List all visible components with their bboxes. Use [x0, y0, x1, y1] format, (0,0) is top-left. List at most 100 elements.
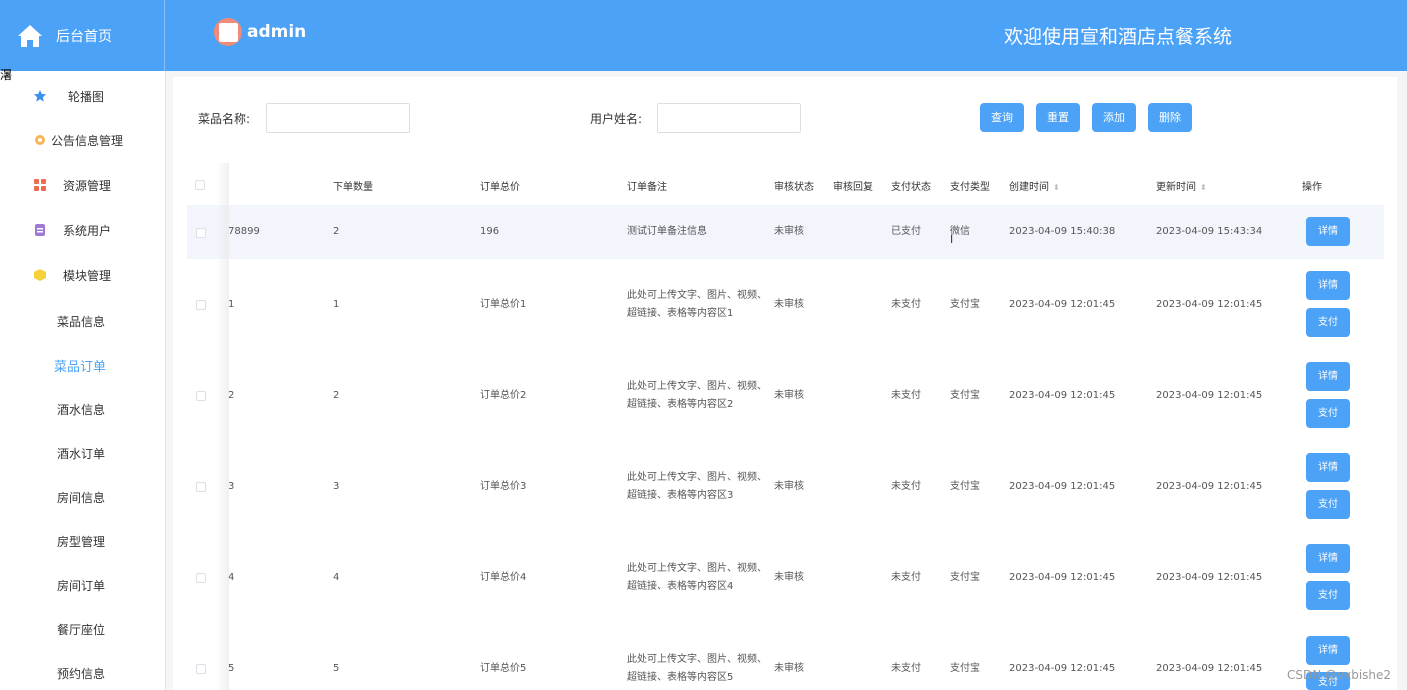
top-header: 后台首页 admin 欢迎使用宣和酒店点餐系统: [0, 0, 1407, 71]
sidebar-item-modules[interactable]: 模块管理: [0, 260, 165, 290]
cell-audit-status: 未审核: [774, 572, 804, 583]
cell-total: 196: [480, 226, 500, 237]
row-checkbox[interactable]: [196, 664, 206, 674]
pay-button[interactable]: 支付: [1306, 308, 1350, 337]
grid-icon: [34, 179, 46, 191]
detail-button[interactable]: 详情: [1306, 271, 1350, 300]
pay-button[interactable]: 支付: [1306, 581, 1350, 610]
cell-pay-type: 支付宝: [950, 572, 980, 583]
row-checkbox[interactable]: [196, 482, 206, 492]
sidebar-item-label: 系统用户: [63, 223, 112, 238]
cell-total: 订单总价2: [480, 390, 527, 401]
sort-icon[interactable]: ⬍: [1200, 183, 1207, 192]
username: admin: [247, 22, 307, 42]
detail-button[interactable]: 详情: [1306, 217, 1350, 246]
sidebar-sub-room-type[interactable]: 房型管理: [0, 533, 165, 550]
select-all-checkbox[interactable]: [195, 180, 205, 190]
cell-qty: 2: [333, 390, 340, 401]
cell-audit-status: 未审核: [774, 481, 804, 492]
cell-qty: 4: [333, 572, 340, 583]
sidebar-sub-room-orders[interactable]: 房间订单: [0, 577, 165, 594]
row-checkbox[interactable]: [196, 573, 206, 583]
cell-total: 订单总价3: [480, 481, 527, 492]
sidebar: 轮播图 公告信息管理 资源管理 系统用户 模块管理 菜品信息 菜品订单 酒水信息…: [0, 71, 166, 690]
cell-total: 订单总价4: [480, 572, 527, 583]
pay-button[interactable]: 支付: [1306, 399, 1350, 428]
cell-remark: 此处可上传文字、图片、视频、超链接、表格等内容区4: [627, 563, 767, 592]
sidebar-sub-reservations[interactable]: 预约信息: [0, 665, 165, 682]
row-checkbox[interactable]: [196, 228, 206, 238]
cell-updated: 2023-04-09 12:01:45: [1156, 481, 1263, 492]
th-created[interactable]: 创建时间 ⬍: [1009, 178, 1060, 193]
cell-total: 订单总价5: [480, 663, 527, 674]
th-updated-label: 更新时间: [1156, 182, 1196, 193]
cell-updated: 2023-04-09 12:01:45: [1156, 299, 1263, 310]
sidebar-item-users[interactable]: 系统用户: [0, 215, 165, 245]
th-audit-reply: 审核回复: [833, 182, 873, 193]
sidebar-sub-dish-info[interactable]: 菜品信息: [0, 313, 165, 330]
user-name-input[interactable]: [657, 103, 801, 133]
cell-id: 5: [228, 663, 235, 674]
cell-pay-status: 未支付: [891, 481, 921, 492]
cell-id: 3: [228, 481, 235, 492]
cell-audit-status: 未审核: [774, 299, 804, 310]
cell-total: 订单总价1: [480, 299, 527, 310]
add-button[interactable]: 添加: [1092, 103, 1136, 132]
detail-button[interactable]: 详情: [1306, 453, 1350, 482]
cell-updated: 2023-04-09 12:01:45: [1156, 390, 1263, 401]
cell-created: 2023-04-09 12:01:45: [1009, 663, 1116, 674]
row-checkbox[interactable]: [196, 300, 206, 310]
cell-remark: 此处可上传文字、图片、视频、超链接、表格等内容区1: [627, 290, 767, 319]
cell-pay-status: 未支付: [891, 299, 921, 310]
sidebar-sub-room-info[interactable]: 房间信息: [0, 489, 165, 506]
user-menu[interactable]: admin: [214, 18, 306, 46]
cell-pay-type: 支付宝: [950, 299, 980, 310]
cell-id: 2: [228, 390, 235, 401]
sidebar-item-label: 轮播图: [68, 89, 105, 104]
th-total: 订单总价: [480, 182, 520, 193]
pay-button[interactable]: 支付: [1306, 490, 1350, 519]
cell-qty: 1: [333, 299, 340, 310]
cell-pay-type: 支付宝: [950, 663, 980, 674]
detail-button[interactable]: 详情: [1306, 362, 1350, 391]
reset-button[interactable]: 重置: [1036, 103, 1080, 132]
th-audit-status: 审核状态: [774, 182, 814, 193]
cell-pay-type: 支付宝: [950, 481, 980, 492]
cell-id: 4: [228, 572, 235, 583]
cell-updated: 2023-04-09 12:01:45: [1156, 663, 1263, 674]
cell-qty: 3: [333, 481, 340, 492]
cell-pay-status: 未支付: [891, 572, 921, 583]
cell-id: 1: [228, 299, 235, 310]
cell-id: 78899: [228, 226, 260, 237]
detail-button[interactable]: 详情: [1306, 544, 1350, 573]
th-updated[interactable]: 更新时间 ⬍: [1156, 178, 1207, 193]
cell-created: 2023-04-09 12:01:45: [1009, 572, 1116, 583]
sidebar-sub-seats[interactable]: 餐厅座位: [0, 621, 165, 638]
home-icon: [18, 24, 42, 47]
sidebar-sub-dish-orders[interactable]: 菜品订单: [0, 356, 165, 375]
cell-remark: 此处可上传文字、图片、视频、超链接、表格等内容区2: [627, 381, 767, 410]
cell-pay-status: 已支付: [891, 226, 921, 237]
sidebar-item-label: 公告信息管理: [51, 133, 124, 148]
sort-icon[interactable]: ⬍: [1053, 183, 1060, 192]
cube-icon: [34, 269, 46, 281]
sidebar-item-carousel[interactable]: 轮播图: [0, 81, 165, 111]
sidebar-sub-drink-orders[interactable]: 酒水订单: [0, 445, 165, 462]
detail-button[interactable]: 详情: [1306, 636, 1350, 665]
cell-created: 2023-04-09 12:01:45: [1009, 299, 1116, 310]
home-link[interactable]: 后台首页: [0, 0, 165, 71]
dish-name-input[interactable]: [266, 103, 410, 133]
gear-icon: [35, 135, 45, 145]
cell-audit-status: 未审核: [774, 226, 804, 237]
sidebar-sub-drink-info[interactable]: 酒水信息: [0, 401, 165, 418]
brand-label: 后台首页: [56, 28, 112, 45]
sidebar-item-notice[interactable]: 公告信息管理: [0, 125, 165, 155]
th-remark: 订单备注: [627, 182, 667, 193]
sidebar-item-resources[interactable]: 资源管理: [0, 170, 165, 200]
sidebar-item-label: 资源管理: [63, 178, 112, 193]
row-checkbox[interactable]: [196, 391, 206, 401]
th-pay-status: 支付状态: [891, 182, 931, 193]
query-button[interactable]: 查询: [980, 103, 1024, 132]
delete-button[interactable]: 删除: [1148, 103, 1192, 132]
cell-updated: 2023-04-09 12:01:45: [1156, 572, 1263, 583]
